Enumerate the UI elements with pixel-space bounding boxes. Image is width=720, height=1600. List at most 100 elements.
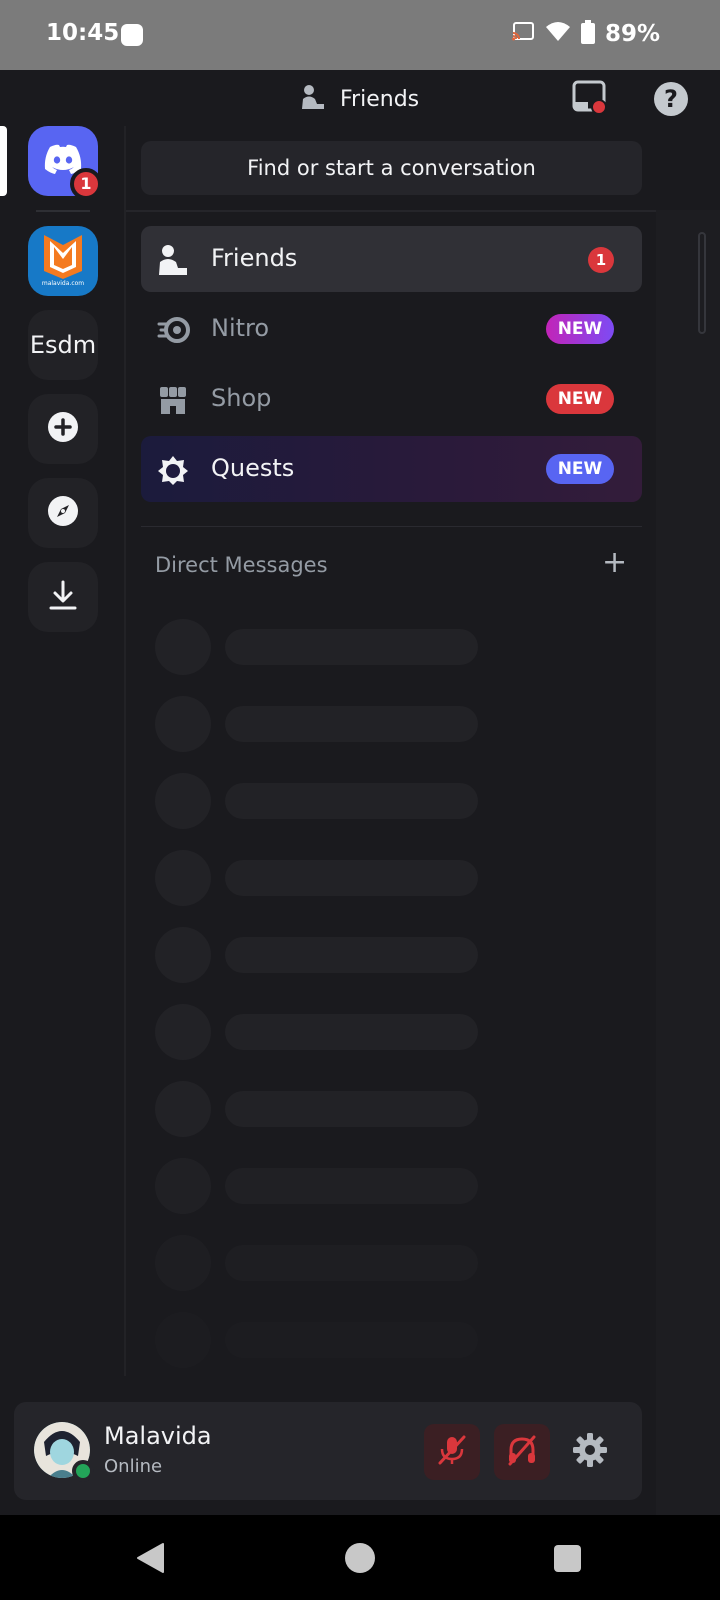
dm-skeleton-row: [155, 1081, 485, 1137]
skeleton-line: [225, 860, 478, 896]
skeleton-avatar: [155, 1081, 211, 1137]
new-badge: NEW: [546, 384, 614, 414]
notification-badge: 1: [70, 168, 102, 200]
malavida-logo-text: malavida.com: [42, 280, 84, 287]
friends-count-badge: 1: [588, 247, 614, 273]
battery-icon: [580, 20, 595, 48]
server-malavida[interactable]: malavida.com: [28, 226, 98, 296]
status-time: 10:45: [46, 20, 120, 46]
search-input[interactable]: Find or start a conversation: [141, 141, 642, 195]
dm-skeleton-row: [155, 696, 485, 752]
settings-icon: [572, 1433, 608, 1472]
rail-divider: [124, 126, 126, 1376]
rail-separator: [36, 210, 90, 212]
user-name[interactable]: Malavida: [104, 1422, 212, 1450]
explore-button[interactable]: [28, 478, 98, 548]
new-badge: NEW: [546, 454, 614, 484]
wifi-icon: [545, 21, 571, 47]
cast-icon: [511, 21, 535, 47]
header-title-group: Friends: [300, 84, 419, 114]
avatar[interactable]: [34, 1422, 94, 1482]
skeleton-avatar: [155, 773, 211, 829]
nav-item-friends[interactable]: Friends 1: [141, 226, 642, 292]
server-rail: 1 malavida.com Esdm: [0, 126, 124, 1515]
nav-item-quests[interactable]: Quests NEW: [141, 436, 642, 502]
inbox-button[interactable]: [572, 80, 608, 116]
nav-label-friends: Friends: [211, 244, 298, 272]
dm-skeleton-row: [155, 927, 485, 983]
skeleton-avatar: [155, 1158, 211, 1214]
battery-percent: 89%: [604, 21, 660, 47]
user-panel: Malavida Online: [14, 1402, 642, 1500]
dm-separator: [141, 526, 642, 527]
panel-separator: [126, 210, 656, 212]
mic-muted-icon: [436, 1434, 468, 1470]
mute-button[interactable]: [424, 1424, 480, 1480]
nav-label-nitro: Nitro: [211, 314, 270, 342]
dm-skeleton-row: [155, 1235, 485, 1291]
dm-skeleton-row: [155, 850, 485, 906]
deafen-button[interactable]: [494, 1424, 550, 1480]
skeleton-avatar: [155, 696, 211, 752]
skeleton-avatar: [155, 619, 211, 675]
selected-indicator: [0, 126, 7, 196]
server-esdm-label: Esdm: [29, 331, 97, 359]
skeleton-line: [225, 1168, 478, 1204]
friends-icon: [157, 244, 189, 276]
main-content-edge: [656, 126, 720, 1515]
help-button[interactable]: ?: [654, 82, 688, 116]
skeleton-line: [225, 629, 478, 665]
skeleton-line: [225, 1245, 478, 1281]
direct-messages-header: Direct Messages: [155, 553, 328, 577]
add-server-icon: [47, 411, 79, 447]
recent-apps-icon[interactable]: [554, 1545, 581, 1572]
nav-item-nitro[interactable]: Nitro NEW: [141, 296, 642, 362]
help-icon: ?: [664, 85, 678, 113]
direct-messages-button[interactable]: 1: [28, 126, 102, 200]
settings-button[interactable]: [572, 1432, 612, 1472]
home-icon[interactable]: [345, 1543, 375, 1573]
explore-icon: [47, 495, 79, 531]
dm-skeleton-row: [155, 773, 485, 829]
skeleton-line: [225, 1091, 478, 1127]
online-status-dot: [72, 1460, 94, 1482]
shop-icon: [157, 384, 189, 416]
friends-icon: [300, 84, 326, 114]
add-dm-button[interactable]: +: [602, 548, 627, 578]
new-badge: NEW: [546, 314, 614, 344]
dm-skeleton-row: [155, 1158, 485, 1214]
nitro-icon: [157, 314, 190, 346]
inbox-icon: [572, 80, 608, 120]
status-bar: 10:45 89%: [0, 0, 720, 70]
quests-icon: [157, 454, 189, 486]
dm-skeleton-row: [155, 1004, 485, 1060]
skeleton-line: [225, 783, 478, 819]
dm-skeleton-row: [155, 1312, 485, 1368]
skeleton-avatar: [155, 927, 211, 983]
deafen-icon: [506, 1434, 538, 1470]
add-server-button[interactable]: [28, 394, 98, 464]
skeleton-avatar: [155, 1312, 211, 1368]
app-notification-icon: [121, 24, 143, 46]
skeleton-avatar: [155, 1235, 211, 1291]
skeleton-line: [225, 706, 478, 742]
skeleton-line: [225, 1322, 478, 1358]
status-icons: 89%: [511, 20, 660, 48]
skeleton-line: [225, 937, 478, 973]
malavida-logo-icon: malavida.com: [38, 231, 88, 291]
nav-label-shop: Shop: [211, 384, 272, 412]
back-icon[interactable]: [136, 1542, 166, 1578]
download-button[interactable]: [28, 562, 98, 632]
page-title: Friends: [340, 86, 420, 112]
skeleton-line: [225, 1014, 478, 1050]
server-esdm[interactable]: Esdm: [28, 310, 98, 380]
nav-label-quests: Quests: [211, 454, 295, 482]
nav-item-shop[interactable]: Shop NEW: [141, 366, 642, 432]
system-nav-bar: [0, 1515, 720, 1600]
main-content-header-edge: [656, 126, 720, 210]
download-icon: [48, 579, 78, 615]
user-status: Online: [104, 1456, 163, 1477]
scrollbar[interactable]: [698, 232, 706, 334]
top-header: Friends ?: [0, 70, 720, 126]
skeleton-avatar: [155, 1004, 211, 1060]
